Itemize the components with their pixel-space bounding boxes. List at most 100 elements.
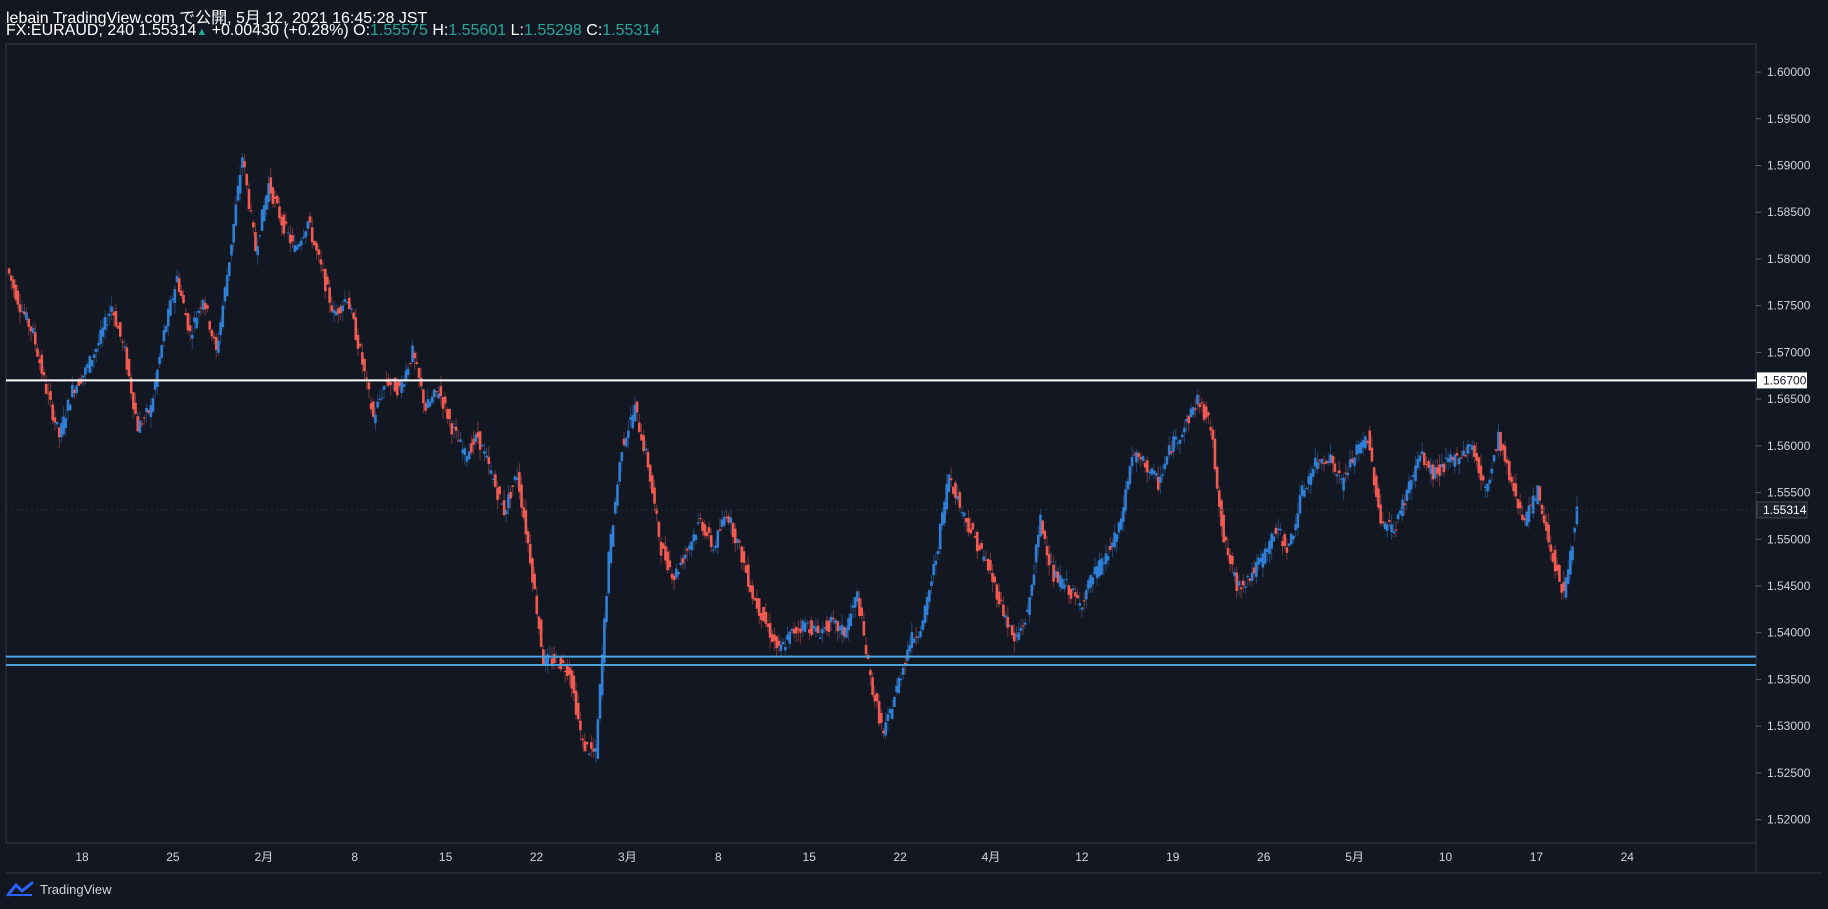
bull-candle [406, 368, 410, 376]
bull-candle [1246, 575, 1249, 578]
bull-candle [304, 231, 307, 238]
bear-candle [559, 656, 563, 670]
bear-candle [243, 161, 246, 168]
bull-candle [934, 560, 938, 565]
bear-candle [358, 344, 362, 347]
bear-candle [114, 311, 118, 327]
bull-candle [1492, 455, 1496, 462]
bull-candle [779, 644, 783, 651]
bear-candle [417, 367, 421, 378]
bull-candle [620, 452, 624, 462]
bear-candle [875, 693, 879, 702]
bear-candle [949, 478, 953, 481]
bull-candle [627, 430, 630, 438]
bull-candle [587, 753, 591, 755]
bear-candle [1231, 555, 1234, 565]
bull-candle [68, 404, 72, 411]
y-tick-label: 1.54500 [1767, 579, 1811, 593]
bear-candle [284, 221, 288, 224]
bull-candle [694, 534, 698, 541]
x-tick-label: 8 [715, 850, 722, 864]
bull-candle [1342, 477, 1345, 491]
bull-candle [1163, 463, 1167, 470]
bear-candle [827, 620, 831, 632]
bull-candle [927, 590, 931, 602]
bull-candle [1141, 455, 1145, 461]
bull-candle [712, 549, 715, 551]
bull-candle [1298, 495, 1302, 514]
bull-candle [1250, 572, 1254, 581]
bear-candle [121, 341, 124, 343]
bear-candle [448, 408, 451, 420]
bull-candle [432, 389, 436, 397]
bear-candle [718, 529, 722, 531]
bear-candle [1540, 504, 1544, 515]
bear-candle [40, 354, 44, 374]
bull-candle [350, 308, 353, 310]
bear-candle [347, 297, 351, 310]
bear-candle [27, 318, 31, 327]
y-tick-label: 1.54000 [1767, 626, 1811, 640]
x-tick-label: 24 [1621, 850, 1635, 864]
bear-candle [579, 720, 582, 731]
bear-candle [1137, 453, 1140, 457]
bull-candle [238, 174, 242, 194]
bull-candle [1130, 456, 1134, 467]
bull-candle [1418, 455, 1422, 462]
candlestick-chart[interactable]: 1.60000 1.59500 1.59000 1.58500 1.58000 1.575… [0, 0, 1828, 909]
bear-candle [1379, 504, 1382, 524]
bull-candle [380, 397, 384, 399]
bear-candle [1388, 520, 1391, 522]
bull-candle [90, 359, 94, 367]
bull-candle [234, 204, 238, 226]
bull-candle [1311, 469, 1315, 477]
bear-candle [1069, 589, 1073, 599]
bull-candle [221, 305, 225, 328]
bull-candle [258, 235, 262, 237]
bull-candle [1385, 524, 1389, 531]
bull-candle [1091, 577, 1095, 585]
bull-candle [84, 367, 87, 375]
bear-candle [16, 290, 20, 305]
bear-candle [36, 348, 39, 357]
bear-candle [999, 599, 1003, 601]
bull-candle [1032, 574, 1036, 586]
bull-candle [1457, 457, 1461, 465]
bear-candle [134, 402, 137, 414]
bear-candle [478, 431, 482, 450]
bear-candle [1549, 544, 1553, 552]
bull-candle [947, 474, 951, 492]
bull-candle [1115, 534, 1119, 542]
bear-candle [1547, 524, 1550, 543]
bull-candle [299, 240, 303, 246]
bear-candle [699, 518, 702, 520]
bull-candle [938, 523, 942, 550]
bull-candle [1023, 622, 1027, 625]
x-tick-label: 18 [75, 850, 89, 864]
bull-candle [1531, 495, 1535, 514]
bull-candle [1019, 627, 1023, 631]
footer-branding: TradingView [6, 881, 112, 897]
bull-candle [156, 369, 159, 387]
bull-candle [197, 310, 201, 314]
bear-candle [1368, 430, 1372, 451]
bear-candle [746, 564, 750, 587]
bull-candle [108, 313, 111, 316]
bear-candle [520, 484, 523, 508]
bull-candle [75, 385, 78, 394]
bear-candle [1198, 403, 1201, 407]
bear-candle [282, 214, 286, 234]
y-tick-label: 1.58500 [1767, 205, 1811, 219]
bear-candle [1002, 604, 1005, 617]
bull-candle [1390, 524, 1393, 532]
bull-candle [1084, 590, 1088, 600]
bull-candle [677, 571, 680, 575]
bear-candle [860, 607, 863, 617]
bear-candle [705, 532, 709, 537]
x-tick-label: 3月 [618, 850, 637, 864]
y-tick-label: 1.52000 [1767, 813, 1811, 827]
bear-candle [413, 352, 416, 359]
bear-candle [742, 551, 746, 563]
bear-candle [572, 675, 576, 694]
bear-candle [1442, 463, 1446, 473]
